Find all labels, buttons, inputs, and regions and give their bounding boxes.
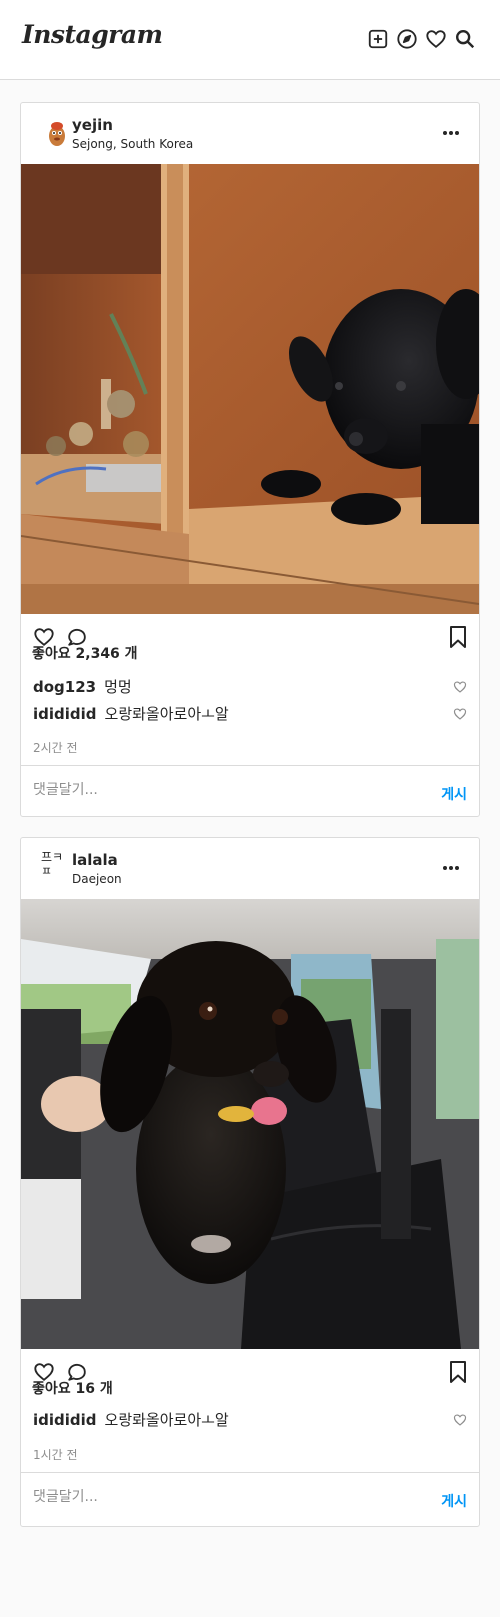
post-comment-button[interactable]: 게시	[441, 784, 467, 804]
comment-username[interactable]: idididid	[33, 1411, 97, 1429]
more-options-icon[interactable]	[441, 860, 461, 876]
comment-item: idididid 오랑롸올아로아ㅗ알	[33, 703, 467, 725]
post-card: 프ㅋㅍ lalala Daejeon 좋아요 16 개 idididid 오랑롸…	[20, 837, 480, 1527]
top-icon-group	[367, 28, 476, 50]
comment-like-heart-icon[interactable]	[453, 707, 467, 721]
broken-avatar-image[interactable]: 프ㅋㅍ	[41, 850, 73, 886]
search-icon[interactable]	[454, 28, 476, 50]
comment-item: idididid 오랑롸올아로아ㅗ알	[33, 1409, 467, 1431]
bookmark-icon[interactable]	[447, 625, 469, 649]
comment-item: dog123 멍멍	[33, 676, 467, 698]
comment-input[interactable]	[33, 1489, 393, 1505]
compass-icon[interactable]	[396, 28, 418, 50]
instagram-logo[interactable]: Instagram	[22, 20, 163, 49]
comment-text: 멍멍	[104, 678, 132, 696]
post-location[interactable]: Daejeon	[72, 872, 122, 886]
user-avatar[interactable]	[41, 117, 73, 149]
bookmark-icon[interactable]	[447, 1360, 469, 1384]
post-header: 프ㅋㅍ lalala Daejeon	[21, 838, 479, 899]
comment-text: 오랑롸올아로아ㅗ알	[104, 705, 229, 723]
like-count[interactable]: 좋아요 16 개	[32, 1378, 113, 1398]
post-timestamp: 1시간 전	[33, 1448, 78, 1462]
post-username[interactable]: lalala	[72, 851, 118, 869]
comment-input[interactable]	[33, 782, 393, 798]
comment-text: 오랑롸올아로아ㅗ알	[104, 1411, 229, 1429]
comment-username[interactable]: dog123	[33, 678, 96, 696]
like-count[interactable]: 좋아요 2,346 개	[32, 643, 138, 663]
post-comment-button[interactable]: 게시	[441, 1491, 467, 1511]
heart-icon[interactable]	[425, 28, 447, 50]
comment-like-heart-icon[interactable]	[453, 1413, 467, 1427]
comment-box: 게시	[21, 1472, 479, 1526]
post-image-dog-car[interactable]	[21, 899, 479, 1349]
more-options-icon[interactable]	[441, 125, 461, 141]
plus-square-icon[interactable]	[367, 28, 389, 50]
top-navbar: Instagram	[0, 0, 500, 80]
post-location[interactable]: Sejong, South Korea	[72, 137, 193, 151]
post-header: yejin Sejong, South Korea	[21, 103, 479, 164]
post-timestamp: 2시간 전	[33, 741, 78, 755]
post-username[interactable]: yejin	[72, 116, 113, 134]
comment-like-heart-icon[interactable]	[453, 680, 467, 694]
post-image-puppy-shelf[interactable]	[21, 164, 479, 614]
comment-box: 게시	[21, 765, 479, 819]
post-card: yejin Sejong, South Korea 좋아요 2,346 개 do…	[20, 102, 480, 817]
comment-username[interactable]: idididid	[33, 705, 97, 723]
